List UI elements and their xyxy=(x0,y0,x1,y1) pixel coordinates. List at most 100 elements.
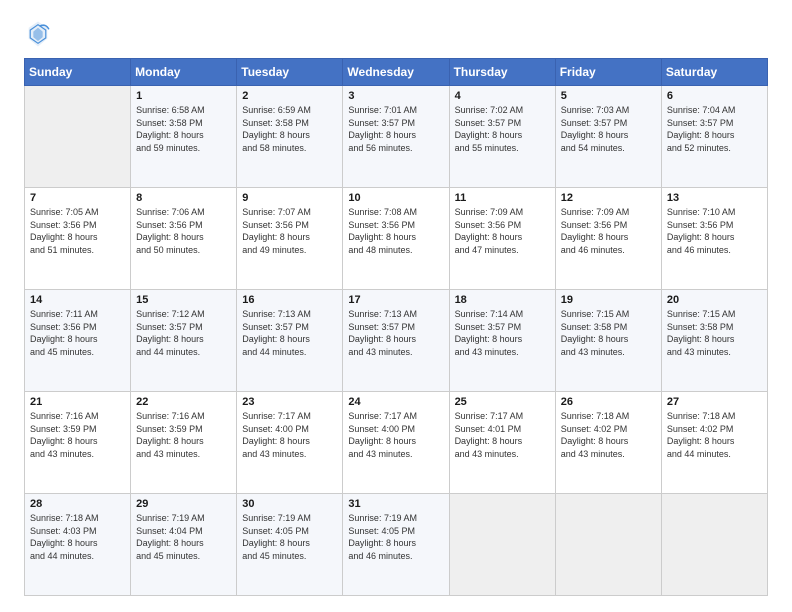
day-number: 31 xyxy=(348,498,443,510)
day-number: 24 xyxy=(348,396,443,408)
day-info: Sunrise: 7:17 AM Sunset: 4:00 PM Dayligh… xyxy=(242,410,337,460)
day-number: 19 xyxy=(561,294,656,306)
day-info: Sunrise: 7:19 AM Sunset: 4:04 PM Dayligh… xyxy=(136,512,231,562)
day-header-saturday: Saturday xyxy=(661,59,767,86)
day-number: 16 xyxy=(242,294,337,306)
day-number: 5 xyxy=(561,90,656,102)
calendar-cell: 4 Sunrise: 7:02 AM Sunset: 3:57 PM Daylig… xyxy=(449,86,555,188)
calendar-cell: 10Sunrise: 7:08 AM Sunset: 3:56 PM Dayli… xyxy=(343,188,449,290)
day-info: Sunrise: 7:02 AM Sunset: 3:57 PM Dayligh… xyxy=(455,104,550,154)
day-number: 3 xyxy=(348,90,443,102)
day-number: 4 xyxy=(455,90,550,102)
day-number: 20 xyxy=(667,294,762,306)
day-number: 2 xyxy=(242,90,337,102)
day-number: 6 xyxy=(667,90,762,102)
calendar-cell xyxy=(555,494,661,596)
calendar-cell: 20 Sunrise: 7:15 AM Sunset: 3:58 PM Dayli… xyxy=(661,290,767,392)
calendar-cell: 16Sunrise: 7:13 AM Sunset: 3:57 PM Dayli… xyxy=(237,290,343,392)
day-info: Sunrise: 7:15 AM Sunset: 3:58 PM Dayligh… xyxy=(667,308,762,358)
day-number: 12 xyxy=(561,192,656,204)
day-number: 27 xyxy=(667,396,762,408)
day-info: Sunrise: 7:08 AM Sunset: 3:56 PM Dayligh… xyxy=(348,206,443,256)
day-number: 23 xyxy=(242,396,337,408)
day-header-monday: Monday xyxy=(131,59,237,86)
day-header-tuesday: Tuesday xyxy=(237,59,343,86)
logo-icon xyxy=(24,20,52,48)
day-info: Sunrise: 7:01 AM Sunset: 3:57 PM Dayligh… xyxy=(348,104,443,154)
calendar-week-2: 7 Sunrise: 7:05 AM Sunset: 3:56 PM Daylig… xyxy=(25,188,768,290)
day-info: Sunrise: 7:09 AM Sunset: 3:56 PM Dayligh… xyxy=(455,206,550,256)
day-number: 11 xyxy=(455,192,550,204)
day-info: Sunrise: 7:12 AM Sunset: 3:57 PM Dayligh… xyxy=(136,308,231,358)
calendar-table: SundayMondayTuesdayWednesdayThursdayFrid… xyxy=(24,58,768,596)
calendar-cell: 3 Sunrise: 7:01 AM Sunset: 3:57 PM Daylig… xyxy=(343,86,449,188)
day-header-friday: Friday xyxy=(555,59,661,86)
calendar-cell: 14 Sunrise: 7:11 AM Sunset: 3:56 PM Dayli… xyxy=(25,290,131,392)
day-number: 17 xyxy=(348,294,443,306)
day-number: 8 xyxy=(136,192,231,204)
day-number: 29 xyxy=(136,498,231,510)
day-header-sunday: Sunday xyxy=(25,59,131,86)
day-info: Sunrise: 7:18 AM Sunset: 4:02 PM Dayligh… xyxy=(561,410,656,460)
calendar-cell: 24 Sunrise: 7:17 AM Sunset: 4:00 PM Dayli… xyxy=(343,392,449,494)
day-number: 28 xyxy=(30,498,125,510)
calendar-cell: 1Sunrise: 6:58 AM Sunset: 3:58 PM Daylig… xyxy=(131,86,237,188)
day-number: 13 xyxy=(667,192,762,204)
day-number: 15 xyxy=(136,294,231,306)
calendar-cell: 25Sunrise: 7:17 AM Sunset: 4:01 PM Dayli… xyxy=(449,392,555,494)
calendar-cell: 12 Sunrise: 7:09 AM Sunset: 3:56 PM Dayli… xyxy=(555,188,661,290)
calendar-cell: 8 Sunrise: 7:06 AM Sunset: 3:56 PM Daylig… xyxy=(131,188,237,290)
day-info: Sunrise: 6:59 AM Sunset: 3:58 PM Dayligh… xyxy=(242,104,337,154)
calendar-cell: 29 Sunrise: 7:19 AM Sunset: 4:04 PM Dayli… xyxy=(131,494,237,596)
calendar-cell xyxy=(661,494,767,596)
calendar-cell: 15 Sunrise: 7:12 AM Sunset: 3:57 PM Dayli… xyxy=(131,290,237,392)
calendar-header-row: SundayMondayTuesdayWednesdayThursdayFrid… xyxy=(25,59,768,86)
day-info: Sunrise: 7:16 AM Sunset: 3:59 PM Dayligh… xyxy=(30,410,125,460)
calendar-cell: 2 Sunrise: 6:59 AM Sunset: 3:58 PM Daylig… xyxy=(237,86,343,188)
calendar-cell: 30Sunrise: 7:19 AM Sunset: 4:05 PM Dayli… xyxy=(237,494,343,596)
calendar-cell: 28Sunrise: 7:18 AM Sunset: 4:03 PM Dayli… xyxy=(25,494,131,596)
calendar-cell: 11 Sunrise: 7:09 AM Sunset: 3:56 PM Dayli… xyxy=(449,188,555,290)
calendar-cell: 22 Sunrise: 7:16 AM Sunset: 3:59 PM Dayli… xyxy=(131,392,237,494)
calendar-cell xyxy=(25,86,131,188)
day-info: Sunrise: 7:13 AM Sunset: 3:57 PM Dayligh… xyxy=(348,308,443,358)
day-number: 21 xyxy=(30,396,125,408)
logo xyxy=(24,20,56,48)
calendar-cell: 18 Sunrise: 7:14 AM Sunset: 3:57 PM Dayli… xyxy=(449,290,555,392)
day-info: Sunrise: 7:14 AM Sunset: 3:57 PM Dayligh… xyxy=(455,308,550,358)
day-info: Sunrise: 7:11 AM Sunset: 3:56 PM Dayligh… xyxy=(30,308,125,358)
day-info: Sunrise: 7:15 AM Sunset: 3:58 PM Dayligh… xyxy=(561,308,656,358)
page: SundayMondayTuesdayWednesdayThursdayFrid… xyxy=(0,0,792,612)
day-info: Sunrise: 7:06 AM Sunset: 3:56 PM Dayligh… xyxy=(136,206,231,256)
calendar-cell: 23 Sunrise: 7:17 AM Sunset: 4:00 PM Dayli… xyxy=(237,392,343,494)
calendar-cell: 13 Sunrise: 7:10 AM Sunset: 3:56 PM Dayli… xyxy=(661,188,767,290)
day-number: 7 xyxy=(30,192,125,204)
day-info: Sunrise: 7:04 AM Sunset: 3:57 PM Dayligh… xyxy=(667,104,762,154)
day-info: Sunrise: 7:17 AM Sunset: 4:01 PM Dayligh… xyxy=(455,410,550,460)
header xyxy=(24,20,768,48)
day-info: Sunrise: 7:16 AM Sunset: 3:59 PM Dayligh… xyxy=(136,410,231,460)
day-number: 9 xyxy=(242,192,337,204)
calendar-cell xyxy=(449,494,555,596)
calendar-cell: 7 Sunrise: 7:05 AM Sunset: 3:56 PM Daylig… xyxy=(25,188,131,290)
day-info: Sunrise: 7:18 AM Sunset: 4:02 PM Dayligh… xyxy=(667,410,762,460)
day-info: Sunrise: 7:09 AM Sunset: 3:56 PM Dayligh… xyxy=(561,206,656,256)
calendar-week-1: 1Sunrise: 6:58 AM Sunset: 3:58 PM Daylig… xyxy=(25,86,768,188)
day-number: 14 xyxy=(30,294,125,306)
calendar-cell: 27 Sunrise: 7:18 AM Sunset: 4:02 PM Dayli… xyxy=(661,392,767,494)
calendar-cell: 5Sunrise: 7:03 AM Sunset: 3:57 PM Daylig… xyxy=(555,86,661,188)
calendar-cell: 17 Sunrise: 7:13 AM Sunset: 3:57 PM Dayli… xyxy=(343,290,449,392)
day-header-wednesday: Wednesday xyxy=(343,59,449,86)
day-info: Sunrise: 7:19 AM Sunset: 4:05 PM Dayligh… xyxy=(242,512,337,562)
day-info: Sunrise: 7:17 AM Sunset: 4:00 PM Dayligh… xyxy=(348,410,443,460)
day-info: Sunrise: 7:10 AM Sunset: 3:56 PM Dayligh… xyxy=(667,206,762,256)
day-number: 1 xyxy=(136,90,231,102)
day-info: Sunrise: 7:05 AM Sunset: 3:56 PM Dayligh… xyxy=(30,206,125,256)
day-number: 18 xyxy=(455,294,550,306)
calendar-week-3: 14 Sunrise: 7:11 AM Sunset: 3:56 PM Dayli… xyxy=(25,290,768,392)
day-number: 26 xyxy=(561,396,656,408)
calendar-cell: 21 Sunrise: 7:16 AM Sunset: 3:59 PM Dayli… xyxy=(25,392,131,494)
day-info: Sunrise: 7:19 AM Sunset: 4:05 PM Dayligh… xyxy=(348,512,443,562)
day-info: Sunrise: 7:07 AM Sunset: 3:56 PM Dayligh… xyxy=(242,206,337,256)
day-number: 22 xyxy=(136,396,231,408)
